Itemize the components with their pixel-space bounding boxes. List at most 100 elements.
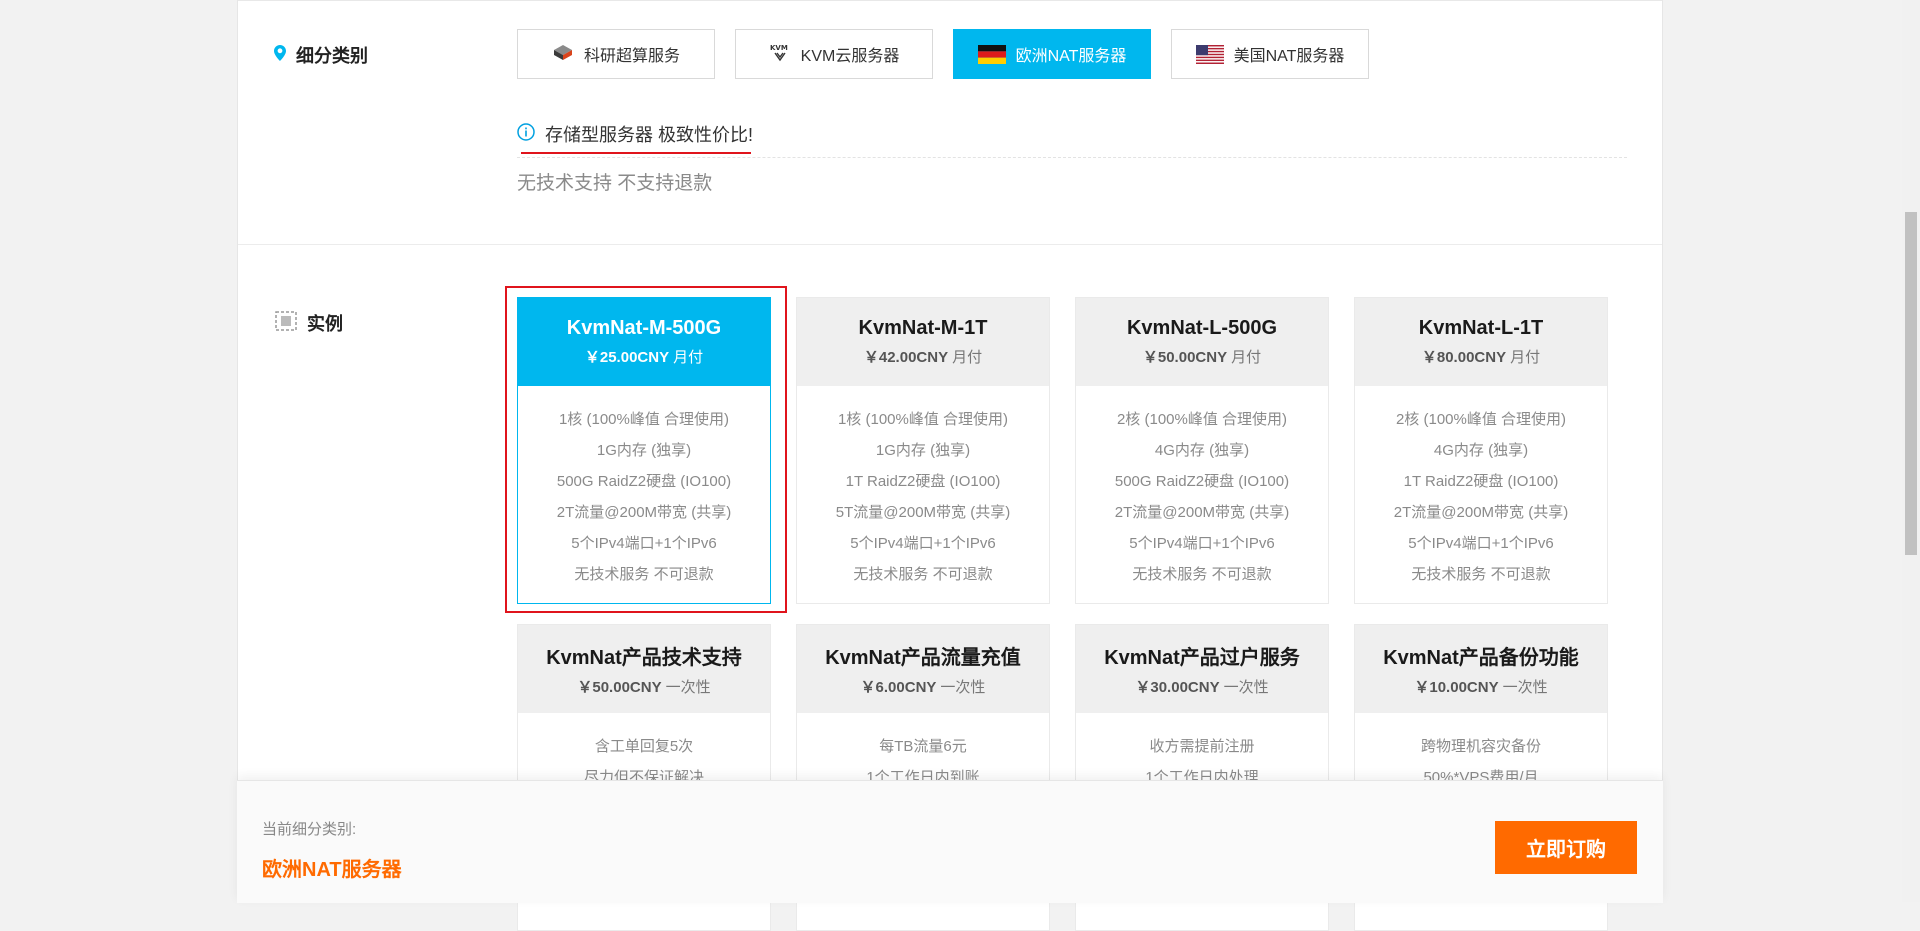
product-card-header: KvmNat产品过户服务 ￥30.00CNY 一次性 — [1076, 625, 1328, 713]
product-price-line: ￥30.00CNY 一次性 — [1135, 676, 1268, 697]
subcategory-option-eu-nat[interactable]: 欧洲NAT服务器 — [953, 29, 1151, 79]
billing-cycle: 一次性 — [940, 679, 986, 696]
product-feature: 4G内存 (独享) — [1154, 442, 1250, 459]
product-features: 1核 (100%峰值 合理使用) 1G内存 (独享) 1T RaidZ2硬盘 (… — [797, 386, 1049, 590]
section-divider — [238, 244, 1662, 245]
product-feature: 2核 (100%峰值 合理使用) — [1395, 411, 1567, 428]
product-name: KvmNat-L-500G — [1126, 317, 1278, 339]
product-feature: 含工单回复5次 — [594, 738, 694, 755]
location-pin-icon — [274, 44, 286, 66]
product-feature: 5个IPv4端口+1个IPv6 — [1129, 535, 1275, 552]
product-price-line: ￥25.00CNY 月付 — [585, 346, 703, 367]
product-price: ￥50.00CNY — [577, 679, 662, 696]
product-card-header: KvmNat-L-1T ￥80.00CNY 月付 — [1355, 298, 1607, 386]
billing-cycle: 月付 — [1231, 349, 1262, 366]
product-features: 1核 (100%峰值 合理使用) 1G内存 (独享) 500G RaidZ2硬盘… — [518, 386, 770, 590]
product-price: ￥25.00CNY — [584, 349, 670, 366]
product-price-line: ￥42.00CNY 月付 — [864, 346, 982, 367]
product-price: ￥80.00CNY — [1421, 349, 1507, 366]
product-card[interactable]: KvmNat-M-500G ￥25.00CNY 月付 1核 (100%峰值 合理使… — [517, 297, 771, 604]
germany-flag-icon — [977, 44, 1006, 64]
product-feature: 无技术服务 不可退款 — [1132, 566, 1272, 583]
billing-cycle: 月付 — [1510, 349, 1541, 366]
product-card-header: KvmNat-L-500G ￥50.00CNY 月付 — [1076, 298, 1328, 386]
product-price-line: ￥50.00CNY 月付 — [1143, 346, 1261, 367]
billing-cycle: 一次性 — [1502, 679, 1548, 696]
product-feature: 1G内存 (独享) — [596, 442, 692, 459]
product-name: KvmNat-L-1T — [1418, 317, 1544, 339]
subcategory-option-kvm-cloud[interactable]: KVM KVM云服务器 — [735, 29, 933, 79]
billing-cycle: 月付 — [952, 349, 983, 366]
notice-text: 存储型服务器 极致性价比! — [545, 125, 754, 145]
top-border — [238, 0, 1662, 1]
product-feature: 5T流量@200M带宽 (共享) — [835, 504, 1011, 521]
product-feature: 5个IPv4端口+1个IPv6 — [1408, 535, 1554, 552]
info-icon — [517, 122, 535, 146]
product-feature: 1G内存 (独享) — [875, 442, 971, 459]
product-feature: 2T流量@200M带宽 (共享) — [556, 504, 732, 521]
product-name: KvmNat-M-500G — [566, 317, 722, 339]
subcategory-heading: 细分类别 — [274, 42, 368, 68]
product-feature: 无技术服务 不可退款 — [574, 566, 714, 583]
product-name: KvmNat-M-1T — [858, 317, 988, 339]
product-card[interactable]: KvmNat-M-1T ￥42.00CNY 月付 1核 (100%峰值 合理使用)… — [796, 297, 1050, 604]
product-feature: 1T RaidZ2硬盘 (IO100) — [845, 473, 1001, 490]
product-feature: 1核 (100%峰值 合理使用) — [558, 411, 730, 428]
product-feature: 无技术服务 不可退款 — [853, 566, 993, 583]
product-name: KvmNat产品备份功能 — [1383, 647, 1579, 669]
support-note: 无技术支持 不支持退款 — [517, 173, 713, 194]
us-flag-icon — [1195, 44, 1224, 64]
dashed-divider — [517, 157, 1627, 158]
billing-cycle: 月付 — [673, 349, 704, 366]
product-price: ￥42.00CNY — [863, 349, 949, 366]
product-feature: 无技术服务 不可退款 — [1411, 566, 1551, 583]
product-price-line: ￥50.00CNY 一次性 — [577, 676, 710, 697]
product-card[interactable]: KvmNat-L-1T ￥80.00CNY 月付 2核 (100%峰值 合理使用)… — [1354, 297, 1608, 604]
current-category-label: 当前细分类别: — [262, 821, 357, 838]
product-card-header: KvmNat产品流量充值 ￥6.00CNY 一次性 — [797, 625, 1049, 713]
product-feature: 2核 (100%峰值 合理使用) — [1116, 411, 1288, 428]
product-price-line: ￥10.00CNY 一次性 — [1414, 676, 1547, 697]
instances-label: 实例 — [307, 314, 343, 334]
product-feature: 4G内存 (独享) — [1433, 442, 1529, 459]
product-price: ￥50.00CNY — [1142, 349, 1228, 366]
subcategory-option-label: KVM云服务器 — [800, 48, 900, 65]
product-features: 2核 (100%峰值 合理使用) 4G内存 (独享) 1T RaidZ2硬盘 (… — [1355, 386, 1607, 590]
product-card-header: KvmNat产品备份功能 ￥10.00CNY 一次性 — [1355, 625, 1607, 713]
subcategory-option-label: 科研超算服务 — [583, 48, 680, 65]
product-price: ￥6.00CNY — [860, 679, 937, 696]
order-now-button[interactable]: 立即订购 — [1495, 821, 1637, 874]
product-feature: 500G RaidZ2硬盘 (IO100) — [556, 473, 732, 490]
product-feature: 2T流量@200M带宽 (共享) — [1393, 504, 1569, 521]
billing-cycle: 一次性 — [665, 679, 711, 696]
scrollbar-thumb[interactable] — [1905, 212, 1917, 555]
instance-icon — [275, 310, 297, 336]
product-notice: 存储型服务器 极致性价比! — [517, 121, 753, 147]
product-card[interactable]: KvmNat-L-500G ￥50.00CNY 月付 2核 (100%峰值 合理使… — [1075, 297, 1329, 604]
subcategory-option-label: 美国NAT服务器 — [1233, 48, 1345, 65]
product-feature: 5个IPv4端口+1个IPv6 — [571, 535, 717, 552]
product-name: KvmNat产品过户服务 — [1104, 647, 1300, 669]
product-feature: 1核 (100%峰值 合理使用) — [837, 411, 1009, 428]
product-feature: 500G RaidZ2硬盘 (IO100) — [1114, 473, 1290, 490]
product-card-header: KvmNat-M-1T ￥42.00CNY 月付 — [797, 298, 1049, 386]
page-scrollbar[interactable] — [1902, 0, 1920, 902]
product-feature: 2T流量@200M带宽 (共享) — [1114, 504, 1290, 521]
notice-underline — [521, 152, 751, 154]
subcategory-option-research-hpc[interactable]: 科研超算服务 — [517, 29, 715, 79]
product-feature: 收方需提前注册 — [1149, 738, 1255, 755]
product-feature: 5个IPv4端口+1个IPv6 — [850, 535, 996, 552]
product-feature: 每TB流量6元 — [879, 738, 967, 755]
product-features: 2核 (100%峰值 合理使用) 4G内存 (独享) 500G RaidZ2硬盘… — [1076, 386, 1328, 590]
main-panel: 细分类别 科研超算服务 KVM KVM云服务器 欧洲NAT服务器 美国NAT服务… — [237, 0, 1663, 931]
instances-heading: 实例 — [275, 310, 343, 336]
order-footer: 当前细分类别: 欧洲NAT服务器 立即订购 — [237, 780, 1663, 903]
subcategory-label: 细分类别 — [296, 46, 368, 66]
billing-cycle: 一次性 — [1223, 679, 1269, 696]
subcategory-options: 科研超算服务 KVM KVM云服务器 欧洲NAT服务器 美国NAT服务器 — [517, 29, 1369, 79]
kvm-logo-icon: KVM — [769, 42, 791, 67]
product-price-line: ￥6.00CNY 一次性 — [861, 676, 986, 697]
product-feature: 1T RaidZ2硬盘 (IO100) — [1403, 473, 1559, 490]
subcategory-option-us-nat[interactable]: 美国NAT服务器 — [1171, 29, 1369, 79]
product-price-line: ￥80.00CNY 月付 — [1422, 346, 1540, 367]
